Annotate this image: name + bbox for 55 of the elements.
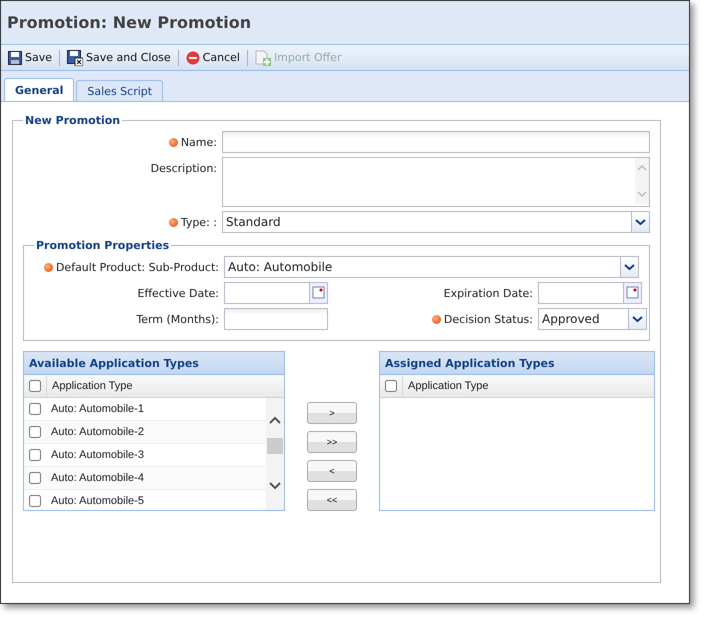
field-label: Effective Date: — [138, 286, 219, 300]
select-all-checkbox[interactable] — [385, 380, 397, 392]
window-title: Promotion: New Promotion — [7, 13, 252, 32]
calendar-icon[interactable] — [623, 283, 641, 303]
dropdown-field[interactable]: Approved — [538, 308, 647, 330]
column-header[interactable]: Application Type — [46, 376, 284, 396]
input-field[interactable] — [224, 308, 328, 330]
toolbar-button[interactable]: Save — [5, 50, 56, 66]
date-field[interactable] — [224, 282, 328, 304]
tab[interactable]: General — [4, 78, 74, 101]
fieldset-legend: New Promotion — [23, 114, 122, 127]
move-button[interactable]: << — [307, 489, 357, 511]
move-button[interactable]: > — [307, 402, 357, 424]
scroll-arrows-icon — [635, 158, 649, 204]
grid-row[interactable]: Auto: Automobile-2 — [24, 421, 266, 444]
calendar-icon[interactable] — [309, 283, 327, 303]
field-label: Name: — [180, 136, 217, 148]
dropdown-caret-icon[interactable] — [631, 212, 649, 232]
row-checkbox[interactable] — [29, 472, 41, 484]
table-cell-text: Auto: Automobile-5 — [50, 495, 145, 507]
toolbar-button[interactable]: Cancel — [182, 50, 243, 66]
table-cell-text: Auto: Automobile-2 — [50, 426, 145, 438]
field-label: Description: — [150, 162, 217, 174]
table-cell-text: Auto: Automobile-3 — [50, 449, 145, 461]
select-all-checkbox[interactable] — [29, 380, 41, 392]
move-button[interactable]: >> — [307, 431, 357, 453]
input-field[interactable] — [222, 131, 650, 153]
floppy-disk-close-icon — [67, 50, 84, 66]
row-checkbox[interactable] — [29, 426, 41, 438]
dropdown-caret-icon[interactable] — [628, 309, 646, 329]
grid-row[interactable]: Auto: Automobile-4 — [24, 467, 266, 490]
grid-title: Available Application Types — [24, 352, 284, 375]
field-label: Term (Months): — [136, 312, 219, 326]
row-checkbox[interactable] — [29, 449, 41, 461]
field-label: Default Product: Sub-Product: — [56, 260, 219, 274]
field-label: Expiration Date: — [444, 286, 533, 300]
dropdown-caret-icon[interactable] — [620, 257, 638, 277]
grid-title: Assigned Application Types — [380, 352, 654, 375]
field-label: Decision Status: — [444, 312, 533, 326]
tab[interactable]: Sales Script — [76, 80, 164, 101]
field-label: Type: : — [180, 216, 217, 228]
table-cell-text: Auto: Automobile-1 — [50, 403, 145, 415]
document-add-icon — [254, 50, 271, 66]
row-checkbox[interactable] — [29, 495, 41, 507]
table-cell-text: Auto: Automobile-4 — [50, 472, 145, 484]
move-button[interactable]: < — [307, 460, 357, 482]
row-checkbox[interactable] — [29, 403, 41, 415]
cancel-icon — [186, 50, 200, 64]
dropdown-field[interactable]: Standard — [222, 211, 650, 233]
toolbar-button[interactable]: Save and Close — [64, 48, 174, 66]
scrollbar[interactable] — [266, 398, 284, 510]
date-field[interactable] — [538, 282, 642, 304]
dropdown-field[interactable]: Auto: Automobile — [224, 256, 639, 278]
fieldset-legend: Promotion Properties — [34, 239, 172, 252]
column-header[interactable]: Application Type — [402, 376, 654, 396]
